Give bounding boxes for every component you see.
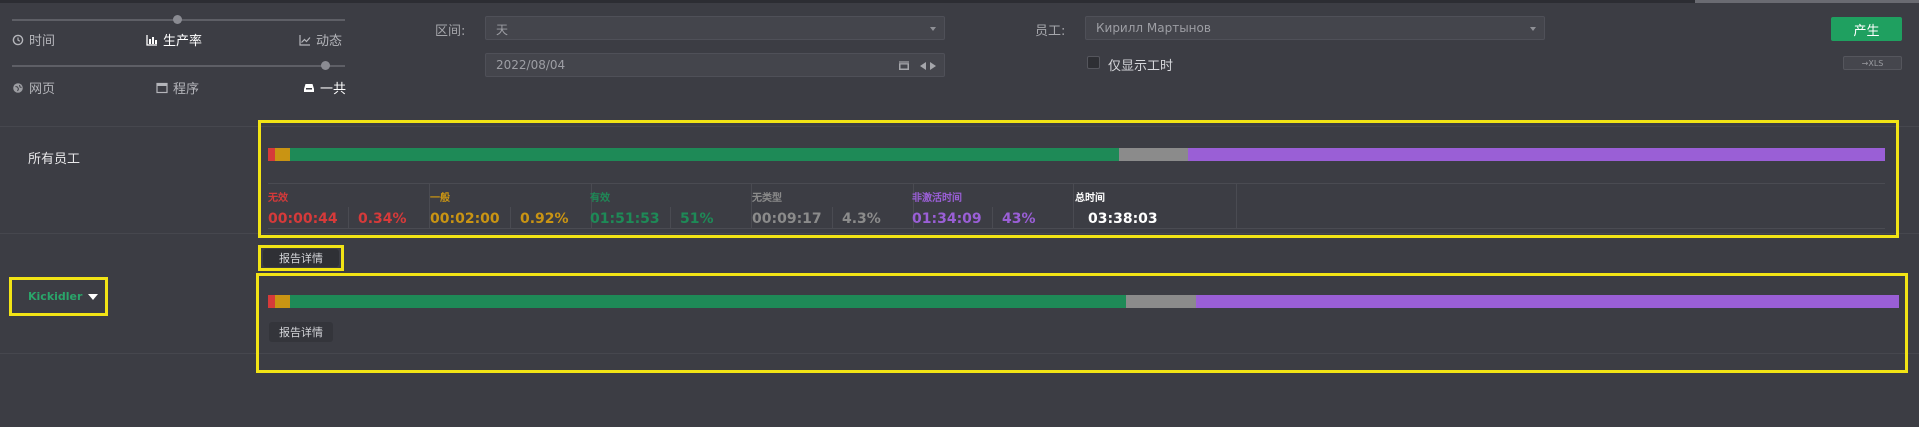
interval-label: 区间: bbox=[435, 24, 466, 39]
stat-inner-divider bbox=[510, 207, 511, 229]
globe-icon bbox=[12, 82, 24, 94]
previous-day-icon[interactable] bbox=[920, 62, 926, 70]
stat-header-productive: 有效 bbox=[590, 193, 610, 204]
group-name: Kickidler bbox=[28, 290, 83, 303]
summary-highlight-box bbox=[258, 120, 1899, 238]
stat-header-total: 总时间 bbox=[1075, 193, 1105, 204]
chevron-down-icon bbox=[930, 27, 936, 31]
scope-slider-track[interactable] bbox=[12, 65, 345, 67]
group-productivity-bar bbox=[268, 295, 1899, 308]
generate-button[interactable]: 产生 bbox=[1831, 17, 1902, 41]
option-programs-label: 程序 bbox=[173, 82, 200, 97]
bar-segment-unproductive bbox=[268, 148, 276, 161]
bar-chart-icon bbox=[146, 34, 158, 46]
bar-segment-untyped bbox=[1125, 295, 1197, 308]
option-dynamics[interactable]: 动态 bbox=[299, 30, 342, 49]
view-slider-knob[interactable] bbox=[173, 15, 182, 24]
summary-details-button[interactable]: 报告详情 bbox=[263, 249, 339, 267]
stat-time-unproductive: 00:00:44 bbox=[268, 211, 338, 227]
line-chart-icon bbox=[299, 34, 311, 46]
stat-time-productive: 01:51:53 bbox=[590, 211, 660, 227]
group-highlight-panel bbox=[256, 273, 1908, 373]
bar-segment-neutral bbox=[275, 295, 291, 308]
stat-percent-unproductive: 0.34% bbox=[358, 211, 407, 227]
stat-inner-divider bbox=[832, 207, 833, 229]
option-time[interactable]: 时间 bbox=[12, 30, 55, 49]
stat-inner-divider bbox=[348, 207, 349, 229]
stat-inner-divider bbox=[670, 207, 671, 229]
calendar-icon[interactable] bbox=[898, 59, 910, 74]
date-field[interactable]: 2022/08/04 bbox=[485, 53, 945, 77]
option-dynamics-label: 动态 bbox=[316, 34, 343, 49]
bar-segment-inactive bbox=[1196, 295, 1899, 308]
option-programs[interactable]: 程序 bbox=[156, 78, 199, 97]
date-value: 2022/08/04 bbox=[496, 58, 566, 72]
stat-column-divider bbox=[1236, 184, 1237, 229]
option-productivity[interactable]: 生产率 bbox=[146, 30, 202, 49]
stat-time-inactive: 01:34:09 bbox=[912, 211, 982, 227]
option-productivity-label: 生产率 bbox=[163, 34, 203, 49]
group-toggle[interactable]: Kickidler bbox=[28, 290, 99, 303]
bar-segment-productive bbox=[290, 295, 1126, 308]
stat-time-neutral: 00:02:00 bbox=[430, 211, 500, 227]
employee-label: 员工: bbox=[1035, 24, 1066, 39]
all-employees-label: 所有员工 bbox=[28, 152, 81, 167]
stat-percent-productive: 51% bbox=[680, 211, 714, 227]
clock-icon bbox=[12, 34, 24, 46]
option-web[interactable]: 网页 bbox=[12, 78, 55, 97]
next-day-icon[interactable] bbox=[930, 62, 936, 70]
stat-column-divider bbox=[1073, 184, 1074, 229]
stat-inner-divider bbox=[992, 207, 993, 229]
stat-percent-untyped: 4.3% bbox=[842, 211, 881, 227]
window-icon bbox=[156, 82, 168, 94]
group-details-button[interactable]: 报告详情 bbox=[269, 322, 333, 342]
option-web-label: 网页 bbox=[29, 82, 56, 97]
stat-header-inactive: 非激活时间 bbox=[912, 193, 962, 204]
stat-percent-inactive: 43% bbox=[1002, 211, 1036, 227]
chevron-down-icon bbox=[1530, 27, 1536, 31]
stat-percent-neutral: 0.92% bbox=[520, 211, 569, 227]
stat-header-untyped: 无类型 bbox=[752, 193, 782, 204]
only-work-hours-label: 仅显示工时 bbox=[1108, 59, 1174, 74]
scope-slider-knob[interactable] bbox=[321, 61, 330, 70]
option-total-label: 一共 bbox=[320, 82, 347, 97]
top-strip bbox=[0, 0, 1919, 3]
option-time-label: 时间 bbox=[29, 34, 56, 49]
only-work-hours-checkbox[interactable] bbox=[1087, 56, 1100, 69]
summary-productivity-bar bbox=[268, 148, 1885, 161]
stats-header-rule bbox=[268, 183, 1885, 184]
caret-down-icon bbox=[88, 293, 99, 300]
option-total[interactable]: 一共 bbox=[303, 78, 346, 97]
export-xls-button[interactable]: →XLS bbox=[1843, 56, 1902, 70]
employee-select[interactable]: Кирилл Мартынов bbox=[1085, 16, 1545, 40]
stat-header-unproductive: 无效 bbox=[268, 193, 288, 204]
inbox-icon bbox=[303, 82, 315, 94]
employee-value: Кирилл Мартынов bbox=[1096, 21, 1211, 35]
stat-time-untyped: 00:09:17 bbox=[752, 211, 822, 227]
bar-segment-unproductive bbox=[268, 295, 276, 308]
bar-segment-neutral bbox=[275, 148, 291, 161]
stat-time-total: 03:38:03 bbox=[1088, 211, 1158, 227]
bar-segment-untyped bbox=[1118, 148, 1189, 161]
bar-segment-inactive bbox=[1188, 148, 1885, 161]
interval-select[interactable]: 天 bbox=[485, 16, 945, 40]
stat-header-neutral: 一般 bbox=[430, 193, 450, 204]
top-strip-accent bbox=[1695, 0, 1919, 3]
bar-segment-productive bbox=[290, 148, 1119, 161]
interval-value: 天 bbox=[496, 23, 509, 37]
